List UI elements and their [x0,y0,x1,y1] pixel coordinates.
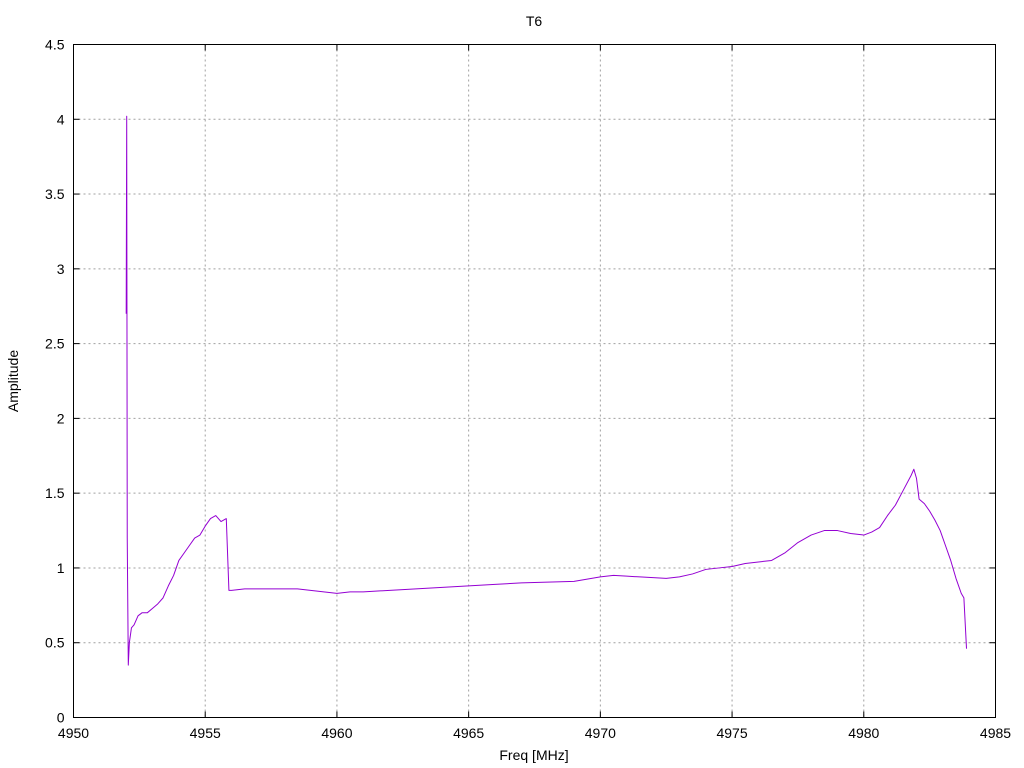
y-tick-label-8: 4 [57,111,65,127]
line-chart: T6 4950 4955 4960 4965 4970 4975 4980 4985 0 0.5… [5,13,1011,763]
x-tick-label-6: 4980 [848,725,879,741]
y-tick-label-1: 0.5 [45,635,65,651]
y-tick-label-6: 3 [57,261,65,277]
x-tick-label-2: 4960 [321,725,352,741]
y-tick-label-4: 2 [57,410,65,426]
plot-frame [73,44,996,718]
x-tick-label-0: 4950 [58,725,89,741]
chart-title: T6 [526,13,543,29]
y-tick-label-5: 2.5 [45,336,65,352]
y-tick-label-0: 0 [57,710,65,726]
y-tick-labels: 0 0.5 1 1.5 2 2.5 3 3.5 4 4.5 [45,37,65,726]
y-axis-label: Amplitude [5,350,21,412]
x-tick-label-7: 4985 [980,725,1011,741]
y-tick-label-9: 4.5 [45,37,65,53]
x-tick-labels: 4950 4955 4960 4965 4970 4975 4980 4985 [58,725,1011,741]
x-tick-label-5: 4975 [716,725,747,741]
x-tick-label-4: 4970 [585,725,616,741]
x-tick-label-3: 4965 [453,725,484,741]
series-line-0 [125,115,968,666]
ticks [73,44,996,718]
y-tick-label-3: 1.5 [45,485,65,501]
y-tick-label-2: 1 [57,560,65,576]
x-tick-label-1: 4955 [190,725,221,741]
y-tick-label-7: 3.5 [45,186,65,202]
x-axis-label: Freq [MHz] [499,747,568,763]
series-layer [125,115,968,666]
grid [73,44,996,718]
